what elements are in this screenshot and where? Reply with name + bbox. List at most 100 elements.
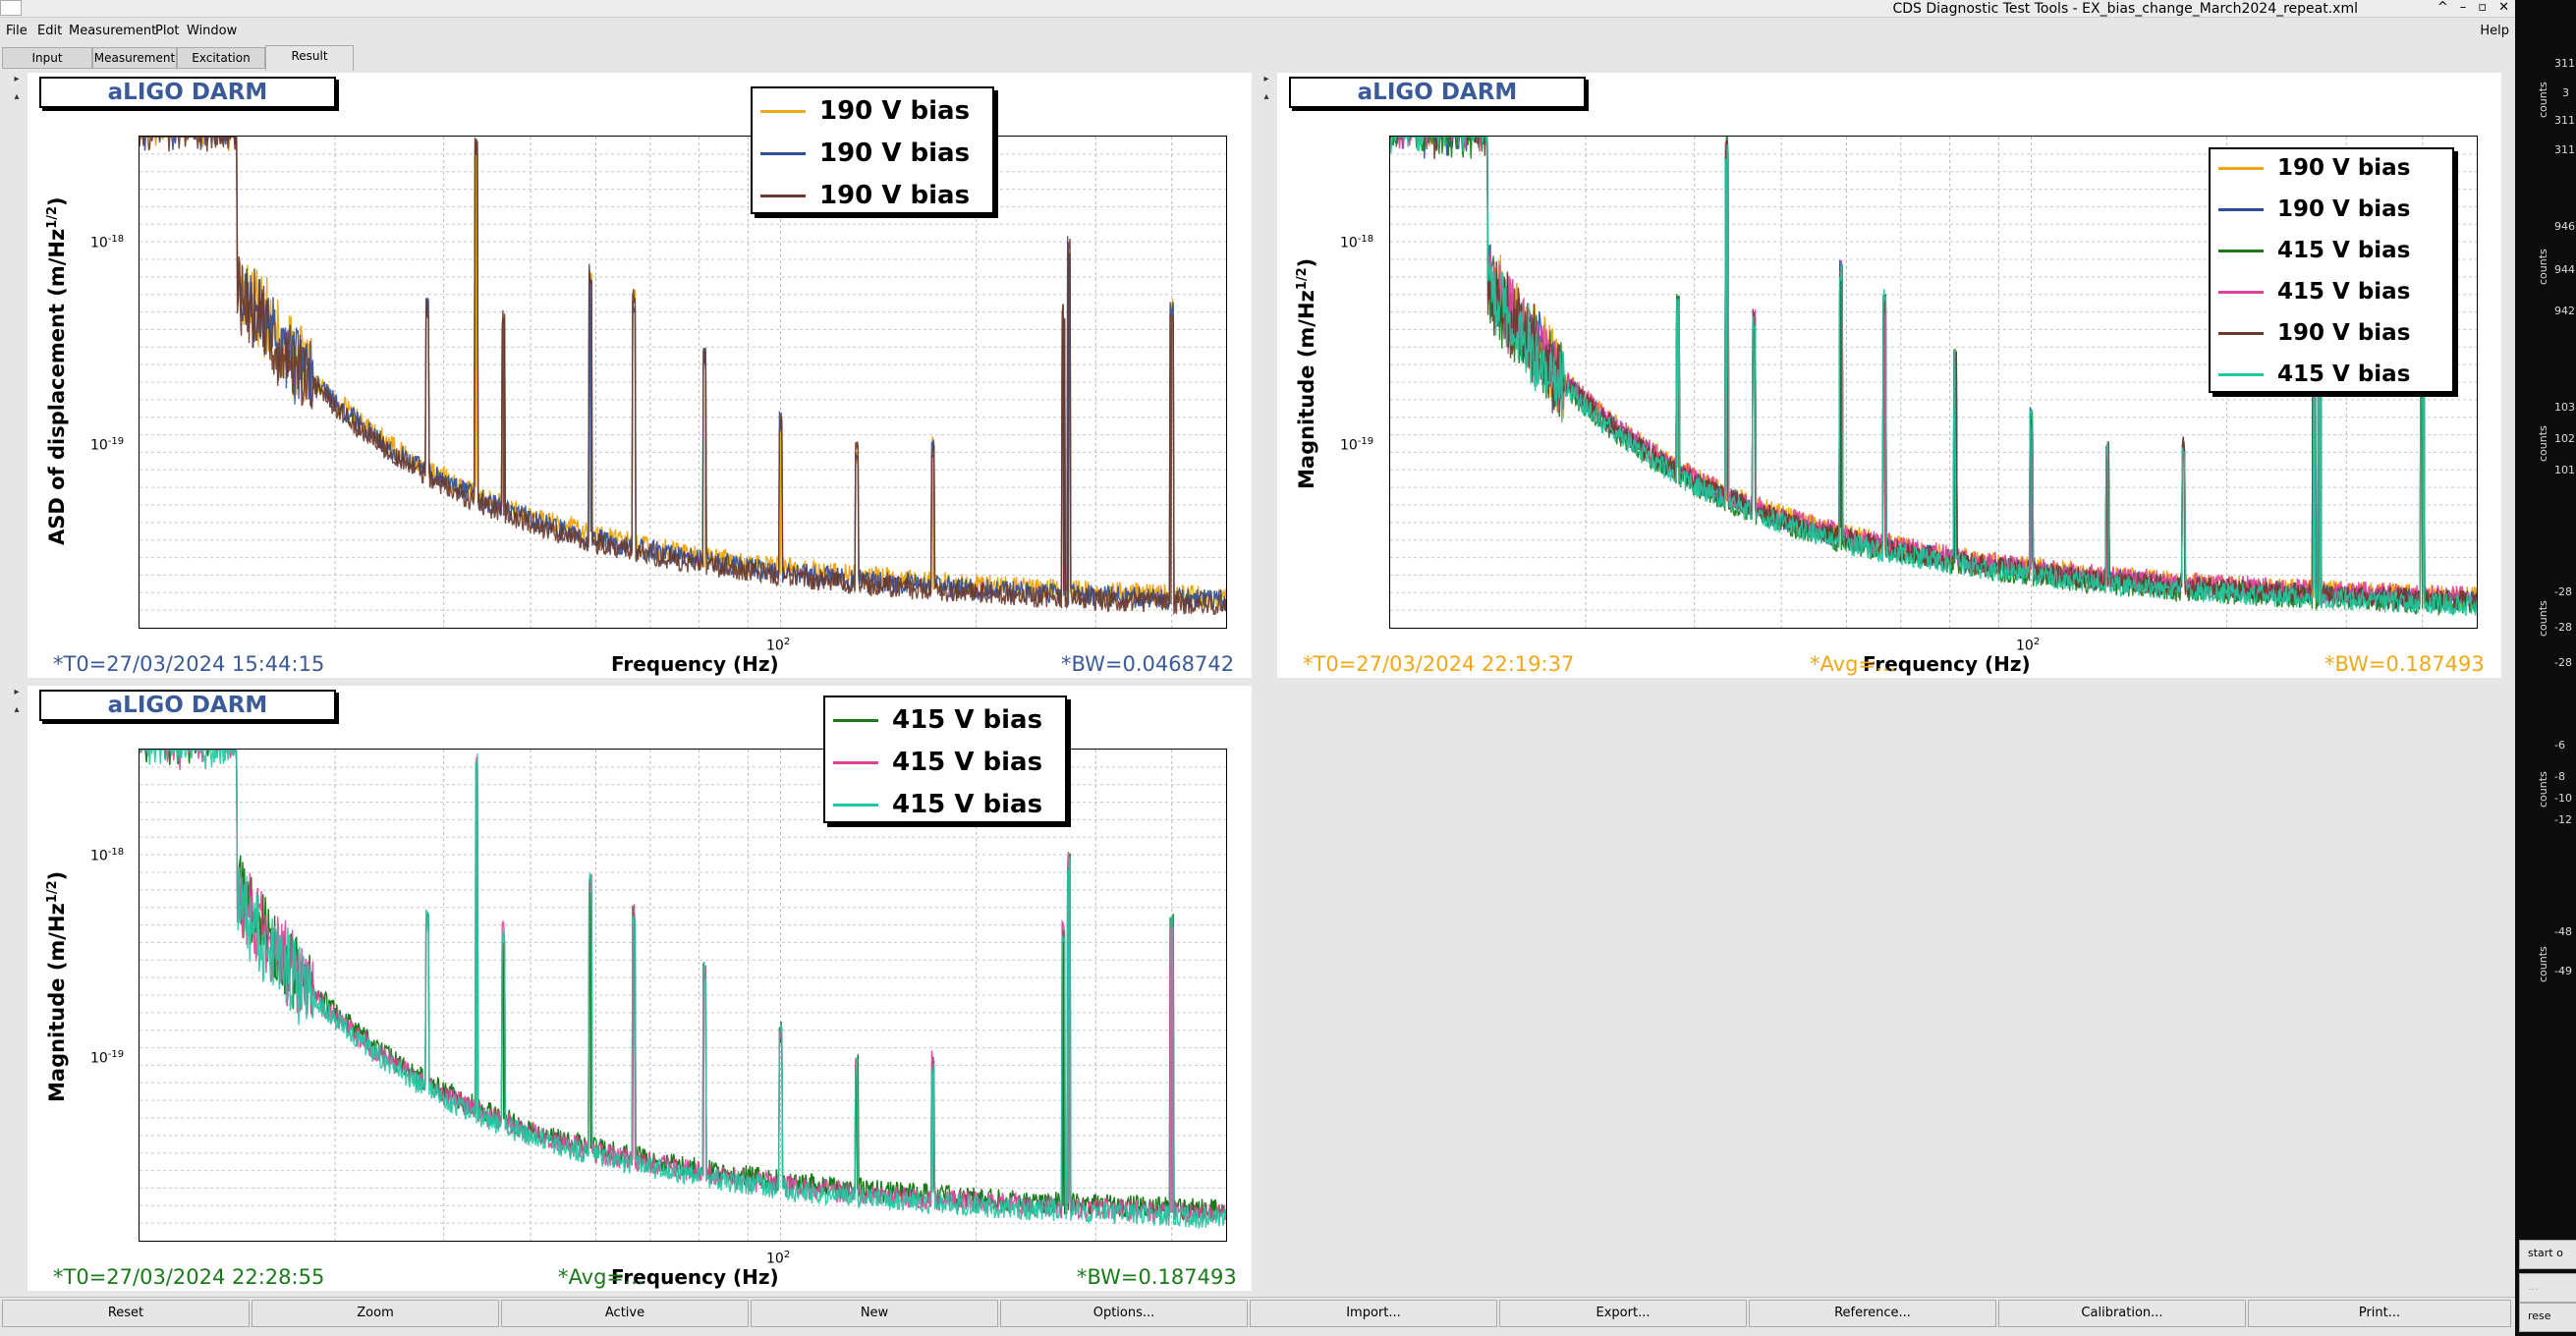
- window-shade-icon[interactable]: ^: [2437, 0, 2448, 15]
- legend-entry: 190 V bias: [753, 96, 970, 126]
- strip-value: 102: [2554, 432, 2575, 445]
- y-axis-label: Magnitude (m/Hz1/2): [45, 870, 69, 1102]
- strip-value: 311: [2554, 57, 2575, 70]
- legend-box[interactable]: 190 V bias 190 V bias 415 V bias 415 V b…: [2209, 147, 2454, 393]
- spectrum-plot[interactable]: [140, 137, 1226, 628]
- strip-value: 311: [2554, 114, 2575, 127]
- legend-box[interactable]: 190 V bias 190 V bias 190 V bias: [751, 86, 994, 214]
- import-button[interactable]: Import...: [1250, 1300, 1497, 1327]
- bw-label: *BW=0.0468742: [1061, 652, 1235, 676]
- window-title: CDS Diagnostic Test Tools - EX_bias_chan…: [1892, 1, 2358, 17]
- panel-scroll-up-icon[interactable]: ▴: [10, 90, 24, 104]
- calibration-button[interactable]: Calibration...: [1998, 1300, 2246, 1327]
- background-window-strip: 311 3 311 311 946 944 942 103 102 101 -2…: [2515, 0, 2576, 1336]
- t0-label: *T0=27/03/2024 22:19:37: [1303, 652, 1575, 676]
- legend-entry: 190 V bias: [2211, 196, 2410, 222]
- menu-window[interactable]: Window: [187, 24, 237, 38]
- strip-value: -49: [2554, 965, 2572, 977]
- start-button[interactable]: start o: [2519, 1240, 2576, 1269]
- panel-scroll-right-icon[interactable]: ▸: [1260, 73, 1273, 86]
- x-tick-label: 102: [766, 1250, 791, 1267]
- strip-axis-label: counts: [2537, 946, 2549, 982]
- disabled-button: ...: [2519, 1273, 2576, 1303]
- spectrum-plot[interactable]: [140, 750, 1226, 1241]
- legend-swatch: [2218, 372, 2264, 376]
- export-button[interactable]: Export...: [1499, 1300, 1747, 1327]
- panel-title-box: aLIGO DARM: [39, 690, 336, 721]
- strip-value: -28: [2554, 585, 2572, 598]
- bottom-button-bar: Reset Zoom Active New Options... Import.…: [0, 1297, 2515, 1330]
- panel-scroll-right-icon[interactable]: ▸: [10, 686, 24, 699]
- avg-label: *Avg=…: [558, 1265, 644, 1289]
- window-close-icon[interactable]: ✕: [2498, 0, 2509, 15]
- legend-swatch: [2218, 249, 2264, 252]
- panel-scroll-up-icon[interactable]: ▴: [10, 703, 24, 717]
- legend-entry: 415 V bias: [825, 790, 1042, 819]
- legend-swatch: [760, 109, 806, 113]
- t0-label: *T0=27/03/2024 15:44:15: [53, 652, 325, 676]
- tab-result[interactable]: Result: [265, 45, 354, 71]
- strip-axis-label: counts: [2537, 82, 2549, 118]
- strip-value: -6: [2554, 739, 2565, 752]
- menu-edit[interactable]: Edit: [37, 24, 62, 38]
- active-button[interactable]: Active: [501, 1300, 749, 1327]
- print-button[interactable]: Print...: [2248, 1300, 2511, 1327]
- zoom-button[interactable]: Zoom: [252, 1300, 499, 1327]
- y-tick-label: 10-19: [90, 436, 125, 454]
- x-axis-label: Frequency (Hz): [611, 652, 779, 676]
- legend-box[interactable]: 415 V bias 415 V bias 415 V bias: [823, 696, 1067, 823]
- tab-measurement[interactable]: Measurement: [92, 47, 177, 69]
- legend-swatch: [2218, 290, 2264, 294]
- legend-entry: 415 V bias: [2211, 362, 2410, 387]
- y-tick-label: 10-19: [1340, 436, 1374, 454]
- strip-value: 946: [2554, 220, 2575, 233]
- strip-axis-label: counts: [2537, 771, 2549, 807]
- strip-value: -10: [2554, 792, 2572, 805]
- y-axis-label: ASD of displacement (m/Hz1/2): [45, 196, 69, 545]
- strip-value: 3: [2562, 86, 2569, 99]
- legend-swatch: [2218, 166, 2264, 170]
- menu-plot[interactable]: Plot: [155, 24, 180, 38]
- y-axis-label: Magnitude (m/Hz1/2): [1295, 257, 1318, 489]
- window-maximize-icon[interactable]: ▫: [2478, 0, 2487, 15]
- menu-help[interactable]: Help: [2480, 24, 2509, 38]
- strip-value: 101: [2554, 464, 2575, 476]
- tab-excitation[interactable]: Excitation: [177, 47, 265, 69]
- window-menu-icon[interactable]: [0, 0, 22, 16]
- legend-entry: 415 V bias: [825, 705, 1042, 735]
- window-title-bar: CDS Diagnostic Test Tools - EX_bias_chan…: [0, 0, 2515, 18]
- strip-value: -8: [2554, 770, 2565, 783]
- bw-label: *BW=0.187493: [2324, 652, 2485, 676]
- legend-entry: 190 V bias: [2211, 155, 2410, 181]
- new-button[interactable]: New: [751, 1300, 998, 1327]
- panel-scroll-right-icon[interactable]: ▸: [10, 73, 24, 86]
- y-tick-label: 10-19: [90, 1049, 125, 1067]
- bw-label: *BW=0.187493: [1077, 1265, 1237, 1289]
- strip-value: -28: [2554, 656, 2572, 669]
- legend-swatch: [760, 151, 806, 155]
- menu-measurement[interactable]: Measurement: [69, 24, 156, 38]
- panel-scroll-up-icon[interactable]: ▴: [1260, 90, 1273, 104]
- x-tick-label: 102: [2016, 637, 2041, 654]
- strip-axis-label: counts: [2537, 249, 2549, 285]
- legend-entry: 190 V bias: [753, 139, 970, 168]
- strip-value: -28: [2554, 621, 2572, 634]
- menu-file[interactable]: File: [6, 24, 28, 38]
- legend-entry: 415 V bias: [2211, 238, 2410, 263]
- reference-button[interactable]: Reference...: [1749, 1300, 1996, 1327]
- plot-frame: [139, 136, 1227, 629]
- y-tick-label: 10-18: [90, 234, 125, 251]
- y-tick-label: 10-18: [1340, 234, 1374, 251]
- options-button[interactable]: Options...: [1000, 1300, 1248, 1327]
- reset-strip-button[interactable]: rese: [2519, 1303, 2576, 1332]
- strip-value: 942: [2554, 305, 2575, 317]
- strip-value: -48: [2554, 925, 2572, 938]
- window-minimize-icon[interactable]: –: [2460, 0, 2467, 15]
- legend-swatch: [833, 718, 878, 722]
- strip-value: 944: [2554, 263, 2575, 276]
- tab-input[interactable]: Input: [2, 47, 92, 69]
- reset-button[interactable]: Reset: [2, 1300, 250, 1327]
- strip-value: -12: [2554, 813, 2572, 826]
- legend-swatch: [2218, 331, 2264, 335]
- t0-label: *T0=27/03/2024 22:28:55: [53, 1265, 325, 1289]
